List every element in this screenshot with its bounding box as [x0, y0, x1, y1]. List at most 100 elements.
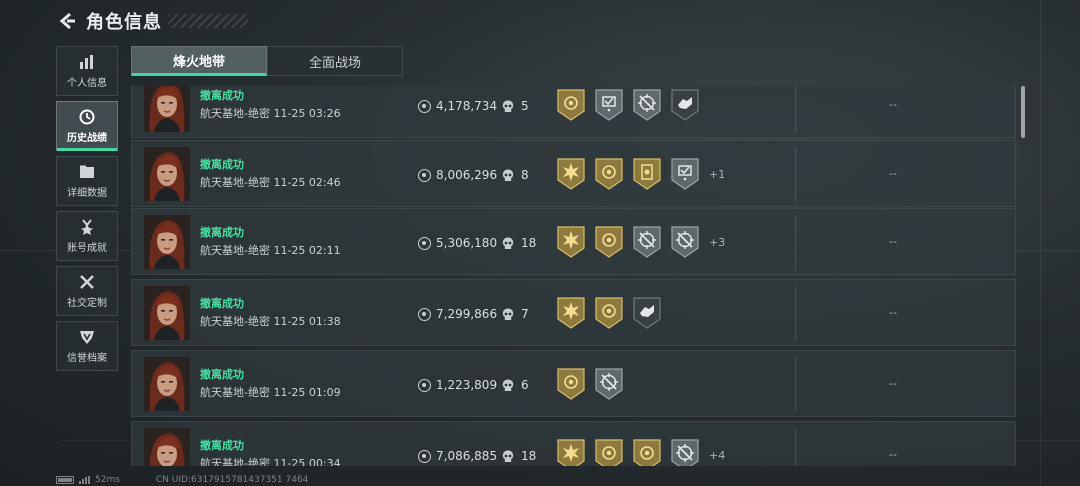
kill-text: 7: [521, 307, 529, 321]
sidebar-item-label: 信誉档案: [67, 353, 107, 364]
gold-target-badge-icon[interactable]: [595, 297, 623, 329]
money-value: 5,306,180: [418, 236, 497, 250]
dark-hands-badge-icon[interactable]: [671, 89, 699, 121]
money-value: 8,006,296: [418, 168, 497, 182]
kill-count: 18: [502, 449, 536, 463]
clock-icon: [78, 108, 96, 126]
coin-icon: [418, 236, 431, 250]
skull-icon: [502, 308, 514, 320]
result-value: --: [889, 167, 897, 180]
match-record-row[interactable]: 撤离成功 航天基地-绝密 11-25 01:38 7,299,866 7 --: [131, 279, 1016, 346]
extraction-status: 撤离成功: [200, 158, 244, 171]
sidebar-item-achievements[interactable]: 账号成就: [56, 211, 118, 261]
money-value: 7,086,885: [418, 449, 497, 463]
silver-crosshair-badge-icon[interactable]: [633, 89, 661, 121]
sidebar-item-reputation[interactable]: 信誉档案: [56, 321, 118, 371]
operator-avatar: [144, 428, 190, 466]
money-value: 1,223,809: [418, 378, 497, 392]
sidebar-item-details[interactable]: 详细数据: [56, 156, 118, 206]
kill-count: 6: [502, 378, 529, 392]
gold-target-badge-icon[interactable]: [595, 439, 623, 466]
silver-crosshair-badge-icon[interactable]: [633, 226, 661, 258]
extraction-status: 撤离成功: [200, 226, 244, 239]
status-footer: 52ms CN UID:6317915781437351 7464: [56, 474, 308, 486]
column-divider: [795, 147, 796, 202]
map-and-time: 航天基地-绝密 11-25 03:26: [200, 107, 341, 120]
badge-list: [557, 89, 709, 121]
extra-badge-count[interactable]: +1: [709, 168, 725, 181]
gold-burst-badge-icon[interactable]: [557, 297, 585, 329]
folder-icon: [78, 163, 96, 181]
sidebar-item-personal-info[interactable]: 个人信息: [56, 46, 118, 96]
header: 角色信息: [56, 8, 248, 34]
gold-card-badge-icon[interactable]: [633, 158, 661, 190]
badge-list: +4: [557, 439, 725, 466]
silver-crosshair-badge-icon[interactable]: [595, 368, 623, 400]
page-title: 角色信息: [86, 12, 162, 33]
mode-tabs: 烽火地带 全面战场: [131, 46, 403, 76]
gold-target-badge-icon[interactable]: [595, 158, 623, 190]
tab-hazard-zone[interactable]: 烽火地带: [131, 46, 267, 76]
skull-icon: [502, 169, 514, 181]
gold-target-badge-icon[interactable]: [557, 89, 585, 121]
back-arrow-icon[interactable]: [56, 10, 78, 32]
gold-target-badge-icon[interactable]: [595, 226, 623, 258]
sidebar-item-label: 社交定制: [67, 298, 107, 309]
title-decoration: [168, 14, 248, 28]
silver-crosshair-badge-icon[interactable]: [671, 439, 699, 466]
match-record-row[interactable]: 撤离成功 航天基地-绝密 11-25 00:34 7,086,885 18 +4…: [131, 421, 1016, 466]
scrollbar[interactable]: [1021, 86, 1025, 138]
column-divider: [795, 215, 796, 270]
medal-icon: [78, 218, 96, 236]
tab-full-battlefield[interactable]: 全面战场: [267, 46, 403, 76]
uid-text: CN UID:6317915781437351 7464: [155, 475, 309, 485]
match-record-row[interactable]: 撤离成功 航天基地-绝密 11-25 01:09 1,223,809 6 --: [131, 350, 1016, 417]
dark-hands-badge-icon[interactable]: [633, 297, 661, 329]
result-value: --: [889, 306, 897, 319]
badge-list: [557, 297, 671, 329]
operator-avatar: [144, 215, 190, 269]
money-text: 7,299,866: [436, 307, 498, 321]
column-divider: [795, 286, 796, 341]
result-value: --: [889, 448, 897, 461]
gold-burst-badge-icon[interactable]: [557, 439, 585, 466]
money-text: 1,223,809: [436, 378, 498, 392]
money-text: 5,306,180: [436, 236, 498, 250]
kill-count: 8: [502, 168, 529, 182]
skull-icon: [502, 450, 514, 462]
sidebar-item-label: 账号成就: [67, 243, 107, 254]
sidebar-item-social[interactable]: 社交定制: [56, 266, 118, 316]
match-record-row[interactable]: 撤离成功 航天基地-绝密 11-25 02:46 8,006,296 8 +1 …: [131, 140, 1016, 207]
gold-burst-badge-icon[interactable]: [557, 226, 585, 258]
match-record-row[interactable]: 撤离成功 航天基地-绝密 11-25 02:11 5,306,180 18 +3…: [131, 208, 1016, 275]
sidebar-item-history[interactable]: 历史战绩: [56, 101, 118, 151]
kill-count: 5: [502, 99, 529, 113]
extra-badge-count[interactable]: +3: [709, 236, 725, 249]
coin-icon: [418, 378, 431, 392]
gold-burst-badge-icon[interactable]: [557, 158, 585, 190]
gold-target-badge-icon[interactable]: [633, 439, 661, 466]
badge-list: +3: [557, 226, 725, 258]
extra-badge-count[interactable]: +4: [709, 449, 725, 462]
kill-count: 7: [502, 307, 529, 321]
map-and-time: 航天基地-绝密 11-25 02:11: [200, 244, 341, 257]
map-and-time: 航天基地-绝密 11-25 01:09: [200, 386, 341, 399]
operator-avatar: [144, 147, 190, 201]
tools-icon: [78, 273, 96, 291]
sidebar-item-label: 历史战绩: [67, 133, 107, 144]
map-and-time: 航天基地-绝密 11-25 00:34: [200, 457, 341, 466]
ping-text: 52ms: [95, 475, 120, 485]
sidebar-item-label: 详细数据: [67, 188, 107, 199]
operator-avatar: [144, 286, 190, 340]
extraction-status: 撤离成功: [200, 89, 244, 102]
silver-crosshair-badge-icon[interactable]: [671, 226, 699, 258]
kill-text: 5: [521, 99, 529, 113]
column-divider: [795, 357, 796, 412]
gold-target-badge-icon[interactable]: [557, 368, 585, 400]
silver-check-badge-icon[interactable]: [595, 89, 623, 121]
sidebar-item-label: 个人信息: [67, 78, 107, 89]
silver-check-badge-icon[interactable]: [671, 158, 699, 190]
match-record-row[interactable]: 撤离成功 航天基地-绝密 11-25 03:26 4,178,734 5 --: [131, 86, 1016, 138]
money-text: 4,178,734: [436, 99, 498, 113]
kill-text: 6: [521, 378, 529, 392]
